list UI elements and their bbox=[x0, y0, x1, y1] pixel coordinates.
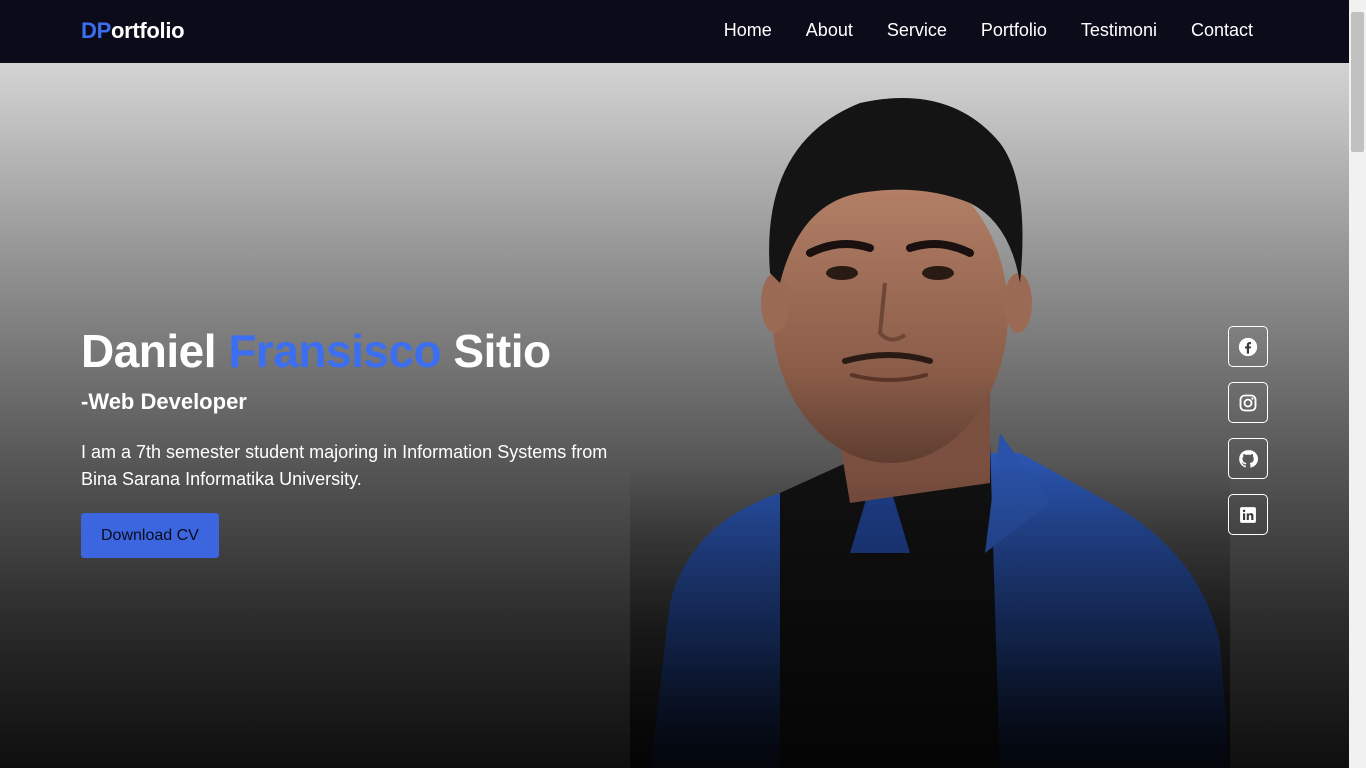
facebook-icon bbox=[1238, 337, 1258, 356]
github-link[interactable] bbox=[1228, 438, 1268, 479]
nav-portfolio[interactable]: Portfolio bbox=[981, 20, 1047, 41]
nav-about[interactable]: About bbox=[806, 20, 853, 41]
profile-photo bbox=[630, 83, 1230, 768]
nav-testimoni[interactable]: Testimoni bbox=[1081, 20, 1157, 41]
instagram-icon bbox=[1239, 394, 1257, 411]
instagram-link[interactable] bbox=[1228, 382, 1268, 423]
hero-section: Daniel Fransisco Sitio -Web Developer I … bbox=[0, 63, 1349, 768]
logo[interactable]: DPortfolio bbox=[81, 18, 185, 44]
download-cv-button[interactable]: Download CV bbox=[81, 513, 219, 558]
nav-home[interactable]: Home bbox=[724, 20, 772, 41]
name-last: Sitio bbox=[453, 325, 551, 377]
github-icon bbox=[1239, 449, 1258, 468]
nav-service[interactable]: Service bbox=[887, 20, 947, 41]
linkedin-icon bbox=[1240, 506, 1256, 523]
social-links bbox=[1228, 326, 1268, 535]
logo-prefix: DP bbox=[81, 18, 111, 43]
navbar: DPortfolio Home About Service Portfolio … bbox=[0, 0, 1349, 63]
hero-text: Daniel Fransisco Sitio -Web Developer I … bbox=[81, 325, 681, 558]
nav-links: Home About Service Portfolio Testimoni C… bbox=[690, 20, 1253, 41]
hero-name: Daniel Fransisco Sitio bbox=[81, 325, 681, 377]
linkedin-link[interactable] bbox=[1228, 494, 1268, 535]
name-middle: Fransisco bbox=[228, 325, 442, 377]
hero-role: -Web Developer bbox=[81, 389, 247, 414]
nav-contact[interactable]: Contact bbox=[1191, 20, 1253, 41]
hero-description: I am a 7th semester student majoring in … bbox=[81, 442, 608, 489]
facebook-link[interactable] bbox=[1228, 326, 1268, 367]
name-first: Daniel bbox=[81, 325, 217, 377]
scrollbar-thumb[interactable] bbox=[1351, 12, 1364, 152]
logo-rest: ortfolio bbox=[110, 18, 185, 43]
